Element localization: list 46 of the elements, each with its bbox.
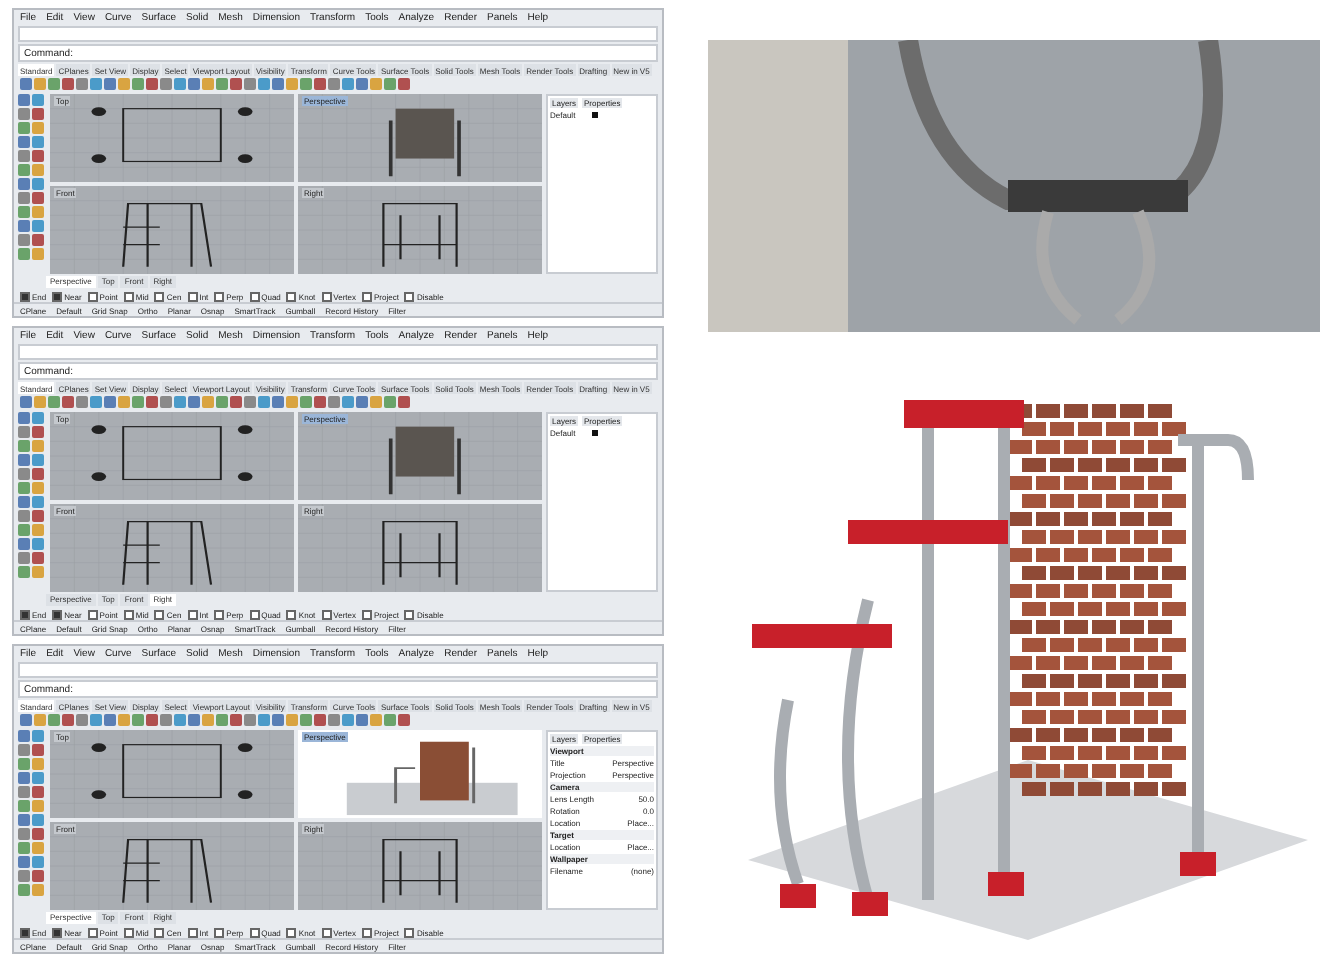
osnap-checkbox[interactable] bbox=[52, 291, 63, 301]
stool-front-view-drawing bbox=[122, 202, 212, 268]
osnap-checkbox[interactable] bbox=[187, 291, 198, 301]
osnap-checkbox[interactable] bbox=[286, 291, 297, 301]
osnap-checkbox[interactable] bbox=[404, 291, 415, 301]
osnap-checkbox[interactable] bbox=[123, 927, 134, 937]
osnap-checkbox[interactable] bbox=[214, 291, 225, 301]
osnap-checkbox[interactable] bbox=[87, 927, 98, 937]
stool-side-view-drawing bbox=[382, 520, 458, 586]
osnap-checkbox[interactable] bbox=[87, 609, 98, 619]
osnap-checkbox[interactable] bbox=[321, 927, 332, 937]
osnap-checkbox[interactable] bbox=[52, 927, 63, 937]
osnap-checkbox[interactable] bbox=[249, 609, 260, 619]
osnap-checkbox[interactable] bbox=[321, 609, 332, 619]
osnap-checkbox[interactable] bbox=[286, 609, 297, 619]
osnap-checkbox[interactable] bbox=[20, 291, 30, 301]
stool-shaded-model-drawing bbox=[389, 108, 461, 178]
osnap-checkbox[interactable] bbox=[154, 609, 165, 619]
stool-front-view-drawing bbox=[122, 838, 212, 904]
osnap-checkbox[interactable] bbox=[123, 291, 134, 301]
osnap-checkbox[interactable] bbox=[154, 927, 165, 937]
osnap-checkbox[interactable] bbox=[87, 291, 98, 301]
osnap-checkbox[interactable] bbox=[362, 291, 372, 301]
osnap-checkbox[interactable] bbox=[214, 927, 225, 937]
stool-front-view-drawing bbox=[122, 520, 212, 586]
osnap-checkbox[interactable] bbox=[404, 609, 415, 619]
osnap-checkbox[interactable] bbox=[187, 609, 198, 619]
stool-side-view-drawing bbox=[382, 202, 458, 268]
osnap-checkbox[interactable] bbox=[249, 927, 260, 937]
stool-side-view-drawing bbox=[382, 838, 458, 904]
osnap-checkbox[interactable] bbox=[362, 927, 372, 937]
layer-color-swatch[interactable] bbox=[591, 430, 598, 436]
osnap-checkbox[interactable] bbox=[321, 291, 332, 301]
osnap-checkbox[interactable] bbox=[214, 609, 225, 619]
osnap-checkbox[interactable] bbox=[154, 291, 165, 301]
osnap-checkbox[interactable] bbox=[187, 927, 198, 937]
layer-color-swatch[interactable] bbox=[591, 112, 598, 118]
osnap-checkbox[interactable] bbox=[362, 609, 372, 619]
osnap-checkbox[interactable] bbox=[286, 927, 297, 937]
osnap-checkbox[interactable] bbox=[52, 609, 63, 619]
osnap-checkbox[interactable] bbox=[20, 927, 30, 937]
osnap-checkbox[interactable] bbox=[249, 291, 260, 301]
stool-shaded-model-drawing bbox=[389, 426, 461, 496]
osnap-checkbox[interactable] bbox=[123, 609, 134, 619]
osnap-checkbox[interactable] bbox=[404, 927, 415, 937]
osnap-checkbox[interactable] bbox=[20, 609, 30, 619]
